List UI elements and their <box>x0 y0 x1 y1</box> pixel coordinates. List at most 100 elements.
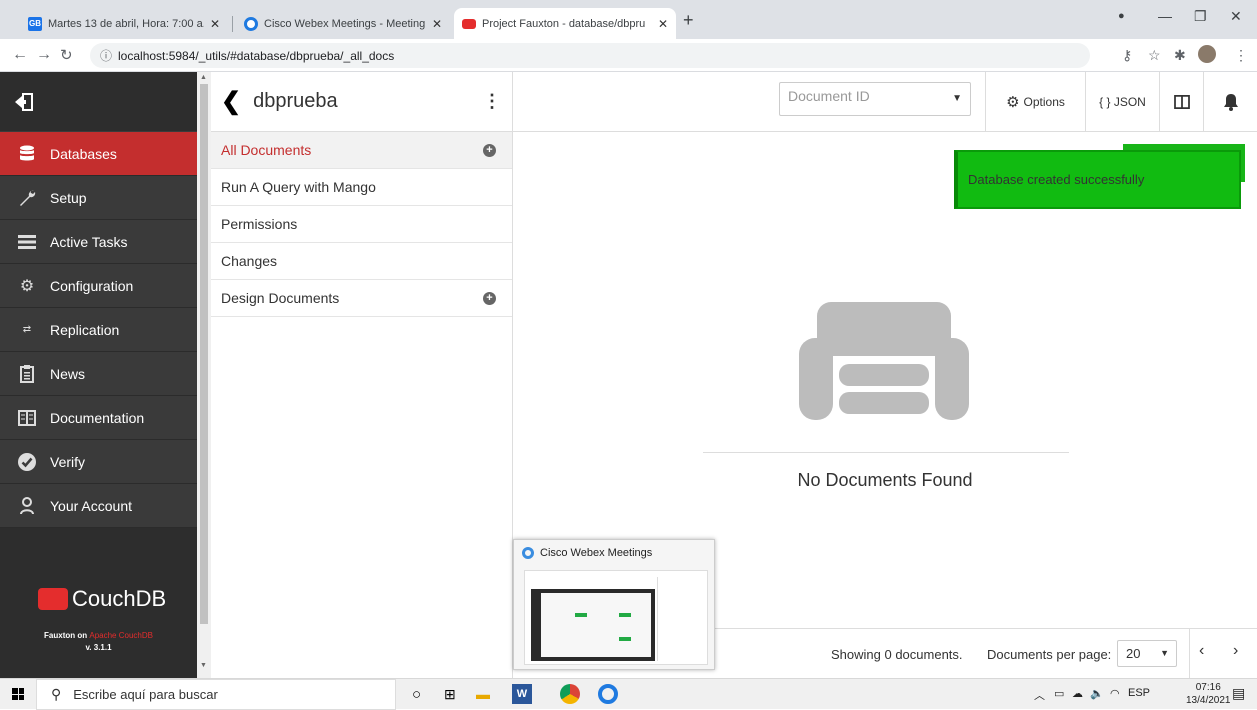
taskbar-search-input[interactable]: ⚲ Escribe aquí para buscar <box>36 679 396 710</box>
close-tab-icon[interactable]: ✕ <box>658 17 668 31</box>
profile-icon[interactable]: ● <box>1118 10 1125 22</box>
toast-message: Database created successfully <box>968 172 1145 187</box>
database-menu-icon[interactable]: ⋮ <box>472 91 512 112</box>
volume-icon[interactable]: 🔈 <box>1090 687 1104 700</box>
brand-name: CouchDB <box>72 586 167 611</box>
search-placeholder: Escribe aquí para buscar <box>73 687 218 702</box>
clock[interactable]: 07:16 13/4/2021 <box>1186 681 1231 707</box>
sidebar-scrollbar[interactable]: ▲ ▼ <box>197 72 211 678</box>
nav-all-documents[interactable]: All Documents + <box>211 132 512 169</box>
sidebar-item-label: News <box>50 365 86 382</box>
cloud-icon[interactable]: ☁ <box>1072 687 1083 700</box>
task-view-icon[interactable]: ⊞ <box>444 686 456 703</box>
couchdb-favicon-icon <box>462 18 476 29</box>
sidebar-item-replication[interactable]: ⇄ Replication <box>0 308 197 352</box>
notifications-button[interactable] <box>1203 72 1257 132</box>
sidebar-item-verify[interactable]: Verify <box>0 440 197 484</box>
docs-book-button[interactable] <box>1159 72 1203 132</box>
tab-webex[interactable]: Cisco Webex Meetings - Meeting ✕ <box>236 8 450 39</box>
tray-chevron-icon[interactable]: ︿ <box>1034 687 1045 703</box>
sidebar-item-label: Setup <box>50 189 87 206</box>
per-page-select[interactable]: 20 ▼ <box>1117 640 1177 667</box>
apache-couchdb-link[interactable]: Apache CouchDB <box>89 631 153 640</box>
couch-logo-icon <box>38 588 68 610</box>
scrollbar-thumb[interactable] <box>200 84 208 624</box>
sidebar-item-documentation[interactable]: Documentation <box>0 396 197 440</box>
nav-label: All Documents <box>221 142 312 158</box>
next-page-icon[interactable]: › <box>1233 642 1238 660</box>
gears-icon: ⚙ <box>1006 94 1020 111</box>
battery-icon[interactable]: ▭ <box>1054 687 1064 700</box>
replication-icon: ⇄ <box>22 324 32 335</box>
nav-label: Permissions <box>221 216 298 232</box>
star-icon[interactable]: ☆ <box>1148 47 1161 64</box>
restore-icon[interactable]: ❐ <box>1194 8 1207 25</box>
sidebar-item-setup[interactable]: Setup <box>0 176 197 220</box>
pagination-separator <box>1189 629 1190 679</box>
json-button[interactable]: { } JSON <box>1085 72 1159 132</box>
info-icon[interactable]: ⓘ <box>100 47 112 64</box>
book-icon <box>1173 95 1190 109</box>
sidebar-item-label: Documentation <box>50 409 145 426</box>
add-design-doc-icon[interactable]: + <box>483 291 496 305</box>
document-id-select[interactable]: Document ID ▼ <box>779 82 971 116</box>
scroll-down-icon[interactable]: ▼ <box>200 662 207 669</box>
nav-label: Run A Query with Mango <box>221 179 376 195</box>
cortana-icon[interactable]: ○ <box>412 686 421 703</box>
wifi-icon[interactable]: ◠ <box>1110 687 1120 700</box>
book-icon <box>16 407 38 429</box>
taskbar-preview-popup[interactable]: Cisco Webex Meetings <box>513 539 715 670</box>
webex-taskbar-icon[interactable] <box>598 684 618 704</box>
sidebar-collapse-button[interactable] <box>0 72 197 132</box>
reload-icon[interactable]: ↻ <box>60 46 73 64</box>
success-toast[interactable]: Database created successfully <box>954 150 1241 209</box>
add-document-icon[interactable]: + <box>483 143 496 157</box>
avatar[interactable] <box>1198 45 1216 63</box>
tab-fauxton[interactable]: Project Fauxton - database/dbpru ✕ <box>454 8 676 39</box>
windows-start-icon[interactable] <box>12 688 24 700</box>
preview-title: Cisco Webex Meetings <box>522 547 652 559</box>
sidebar: Databases Setup Active Tasks ⚙ Configura… <box>0 72 197 678</box>
sidebar-item-databases[interactable]: Databases <box>0 132 197 176</box>
options-button[interactable]: ⚙ Options <box>985 72 1085 132</box>
nav-permissions[interactable]: Permissions <box>211 206 512 243</box>
file-explorer-icon[interactable]: ▬ <box>476 686 490 702</box>
webex-icon <box>522 547 534 559</box>
close-tab-icon[interactable]: ✕ <box>432 17 442 31</box>
back-chevron-icon[interactable]: ❮ <box>221 87 241 116</box>
tab-title: Cisco Webex Meetings - Meeting <box>264 17 426 30</box>
browser-tab-bar: GB Martes 13 de abril, Hora: 7:00 a.m ✕ … <box>0 0 1257 39</box>
url-field[interactable]: ⓘ localhost:5984/_utils/#database/dbprue… <box>90 43 1090 68</box>
gb-favicon-icon: GB <box>28 16 42 31</box>
sidebar-item-configuration[interactable]: ⚙ Configuration <box>0 264 197 308</box>
prev-page-icon[interactable]: ‹ <box>1199 642 1204 660</box>
webex-icon <box>244 16 258 31</box>
back-arrow-icon[interactable]: ← <box>12 46 28 64</box>
extensions-icon[interactable]: ✱ <box>1174 47 1186 64</box>
notification-center-icon[interactable]: ▤ <box>1232 685 1245 702</box>
tab-martes[interactable]: GB Martes 13 de abril, Hora: 7:00 a.m ✕ <box>20 8 228 39</box>
clipboard-icon <box>16 363 38 385</box>
nav-run-query[interactable]: Run A Query with Mango <box>211 169 512 206</box>
word-icon[interactable]: W <box>512 684 532 704</box>
key-icon[interactable]: ⚷ <box>1122 47 1132 64</box>
forward-arrow-icon[interactable]: → <box>36 46 52 64</box>
options-label: Options <box>1023 95 1065 109</box>
scroll-up-icon[interactable]: ▲ <box>200 74 207 81</box>
menu-icon[interactable]: ⋮ <box>1234 47 1248 64</box>
language-indicator[interactable]: ESP <box>1128 687 1150 699</box>
fauxton-version: Fauxton on Apache CouchDB v. 3.1.1 <box>0 630 197 654</box>
nav-changes[interactable]: Changes <box>211 243 512 280</box>
sidebar-footer: CouchDB Fauxton on Apache CouchDB v. 3.1… <box>0 528 197 678</box>
new-tab-icon[interactable]: + <box>683 10 694 31</box>
couchdb-logo: CouchDB <box>38 586 166 612</box>
close-window-icon[interactable]: ✕ <box>1230 8 1242 25</box>
nav-design-documents[interactable]: Design Documents + <box>211 280 512 317</box>
close-tab-icon[interactable]: ✕ <box>210 17 220 31</box>
collapse-arrow-icon <box>15 92 33 111</box>
minimize-icon[interactable]: — <box>1158 8 1172 24</box>
sidebar-item-active-tasks[interactable]: Active Tasks <box>0 220 197 264</box>
sidebar-item-your-account[interactable]: Your Account <box>0 484 197 528</box>
chrome-icon[interactable] <box>560 684 580 704</box>
sidebar-item-news[interactable]: News <box>0 352 197 396</box>
